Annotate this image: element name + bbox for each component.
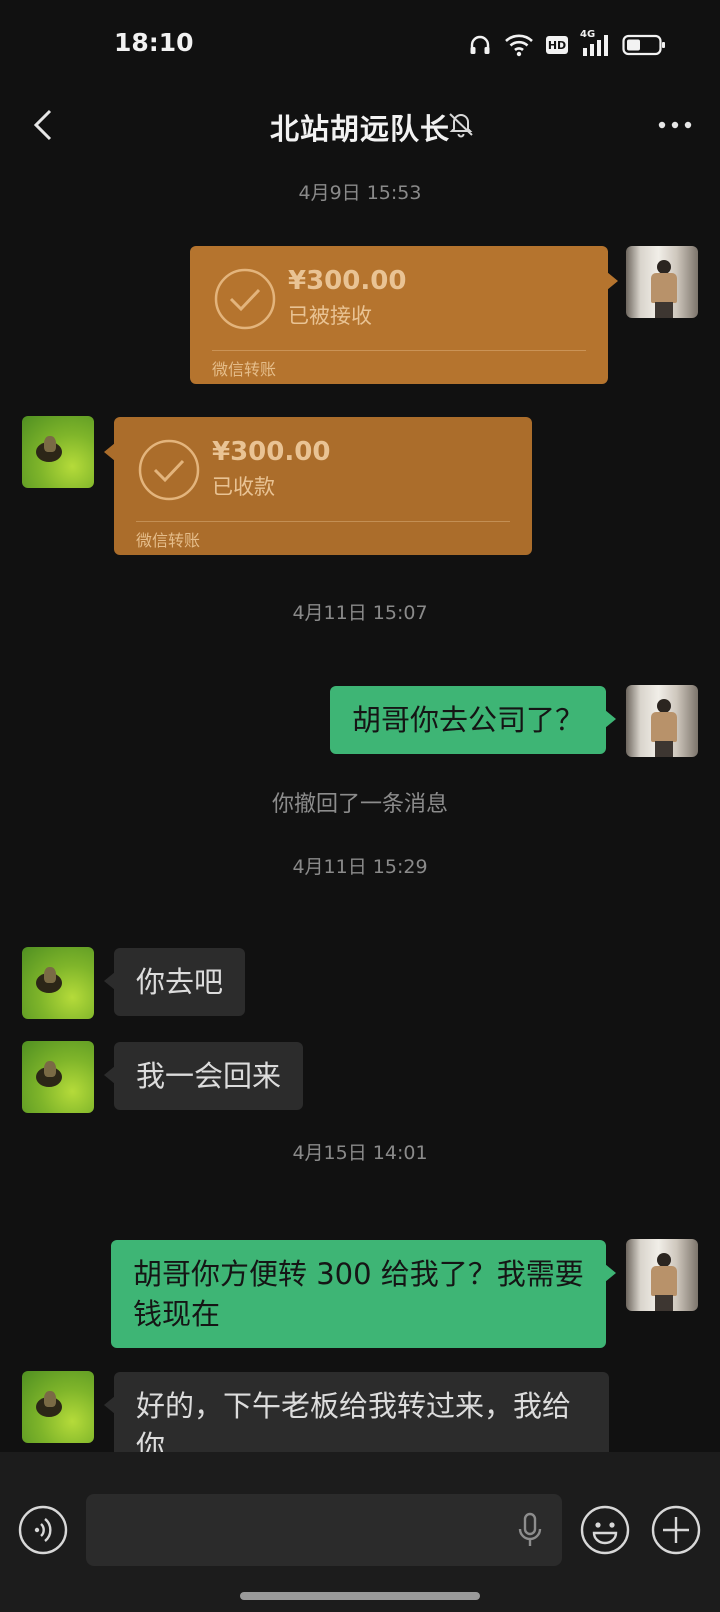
check-circle-icon	[214, 268, 276, 330]
hd-icon: HD	[546, 36, 568, 54]
contact-avatar[interactable]	[22, 947, 94, 1019]
signal-4g-icon: 4G	[580, 29, 610, 58]
microphone-button[interactable]	[510, 1508, 550, 1552]
transfer-amount: ¥300.00	[212, 437, 331, 467]
transfer-footer: 微信转账	[136, 531, 201, 550]
timestamp: 4月11日 15:29	[292, 856, 428, 878]
transfer-card-sent[interactable]: ¥300.00 已被接收 微信转账	[190, 246, 618, 384]
message-bubble-sent[interactable]: 胡哥你去公司了？	[329, 686, 617, 754]
timestamp: 4月11日 15:07	[292, 602, 428, 624]
check-circle-icon	[138, 439, 200, 501]
status-bar: 18:10 HD 4G	[0, 0, 720, 90]
avatar-figure	[657, 260, 671, 274]
contact-avatar[interactable]	[22, 1371, 94, 1443]
contact-avatar[interactable]	[22, 1041, 94, 1113]
transfer-footer: 微信转账	[212, 360, 277, 379]
emoji-icon	[580, 1505, 630, 1555]
wifi-icon	[504, 33, 534, 57]
battery-icon	[622, 33, 666, 57]
headphones-icon	[468, 33, 492, 57]
my-avatar[interactable]	[626, 1239, 698, 1311]
recall-notice: 你撤回了一条消息	[271, 792, 448, 817]
contact-avatar[interactable]	[22, 416, 94, 488]
plus-icon	[651, 1505, 701, 1555]
timestamp: 4月15日 14:01	[292, 1142, 428, 1164]
transfer-amount: ¥300.00	[288, 266, 407, 296]
emoji-button[interactable]	[579, 1504, 631, 1556]
avatar-figure	[657, 699, 671, 713]
status-icons: HD 4G	[468, 29, 666, 60]
plus-button[interactable]	[650, 1504, 702, 1556]
chat-title[interactable]: 北站胡远队长	[0, 106, 720, 148]
timestamp: 4月9日 15:53	[298, 182, 422, 204]
divider	[136, 521, 510, 522]
chat-header: 北站胡远队长	[0, 92, 720, 160]
avatar-figure	[657, 1253, 671, 1267]
divider	[212, 350, 586, 351]
status-time: 18:10	[114, 28, 194, 57]
message-bubble-received[interactable]: 我一会回来	[103, 1042, 304, 1110]
microphone-icon	[518, 1512, 542, 1546]
chat-area[interactable]: 4月9日 15:53 ¥300.00 已被接收 微信转账 ¥300.00 已收款…	[0, 160, 720, 1480]
more-button[interactable]	[650, 102, 700, 148]
mute-bell-icon	[446, 109, 476, 139]
message-bubble-received[interactable]: 你去吧	[103, 948, 246, 1016]
message-bubble-sent[interactable]: 胡哥你方便转 300 给我了？我需要钱现在	[111, 1240, 616, 1348]
home-indicator[interactable]	[240, 1592, 480, 1600]
my-avatar[interactable]	[626, 685, 698, 757]
my-avatar[interactable]	[626, 246, 698, 318]
message-input[interactable]	[86, 1494, 562, 1566]
transfer-card-received[interactable]: ¥300.00 已收款 微信转账	[104, 417, 532, 555]
transfer-status: 已收款	[212, 475, 275, 499]
voice-toggle-icon	[18, 1505, 68, 1555]
input-bar	[0, 1452, 720, 1612]
voice-toggle-button[interactable]	[17, 1504, 69, 1556]
more-dots-icon	[658, 121, 692, 129]
transfer-status: 已被接收	[288, 304, 372, 328]
